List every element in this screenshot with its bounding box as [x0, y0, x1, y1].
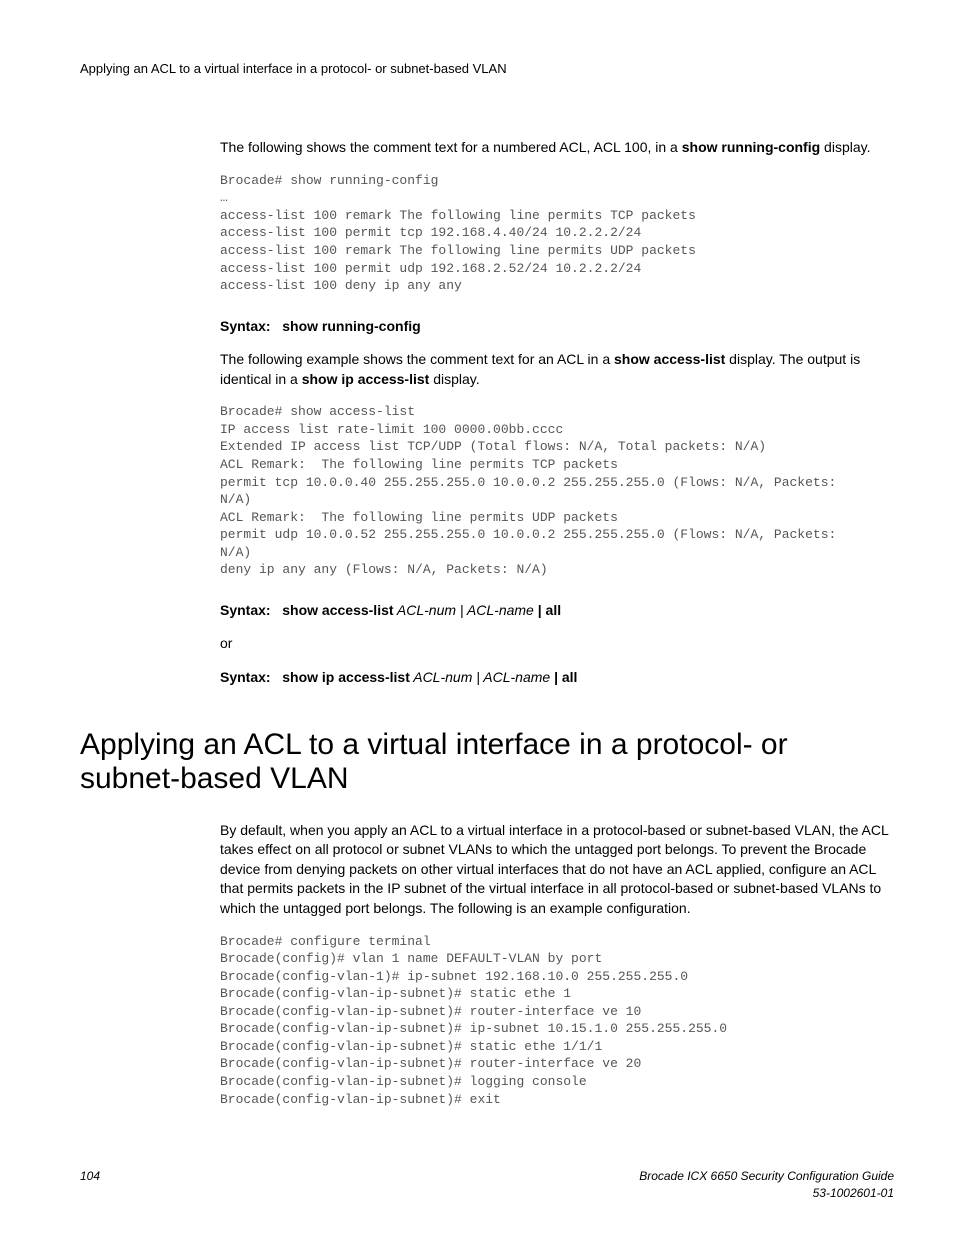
section-content: By default, when you apply an ACL to a v… — [220, 821, 894, 1108]
code-block-3: Brocade# configure terminal Brocade(conf… — [220, 933, 894, 1108]
syntax-argument: ACL-num | ACL-name — [394, 602, 538, 618]
command-name: show access-list — [614, 351, 725, 367]
syntax-command: show access-list — [282, 602, 393, 618]
intro-paragraph-1: The following shows the comment text for… — [220, 138, 894, 158]
page-number: 104 — [80, 1168, 100, 1202]
syntax-label: Syntax: — [220, 602, 271, 618]
doc-title: Brocade ICX 6650 Security Configuration … — [639, 1168, 894, 1185]
syntax-command: show running-config — [282, 318, 420, 334]
text: The following example shows the comment … — [220, 351, 614, 367]
syntax-command: show ip access-list — [282, 669, 410, 685]
text: display. — [820, 139, 870, 155]
intro-paragraph-2: The following example shows the comment … — [220, 350, 894, 389]
syntax-line-3: Syntax: show ip access-list ACL-num | AC… — [220, 668, 894, 688]
text: The following shows the comment text for… — [220, 139, 682, 155]
command-name: show ip access-list — [302, 371, 430, 387]
syntax-label: Syntax: — [220, 669, 271, 685]
text: display. — [429, 371, 479, 387]
page-header: Applying an ACL to a virtual interface i… — [80, 60, 894, 78]
main-content: The following shows the comment text for… — [220, 138, 894, 687]
section-heading: Applying an ACL to a virtual interface i… — [80, 728, 894, 797]
syntax-line-2: Syntax: show access-list ACL-num | ACL-n… — [220, 601, 894, 621]
syntax-label: Syntax: — [220, 318, 271, 334]
syntax-all: | all — [538, 602, 561, 618]
code-block-1: Brocade# show running-config … access-li… — [220, 172, 894, 295]
syntax-argument: ACL-num | ACL-name — [410, 669, 554, 685]
syntax-all: | all — [554, 669, 577, 685]
syntax-line-1: Syntax: show running-config — [220, 317, 894, 337]
body-paragraph: By default, when you apply an ACL to a v… — [220, 821, 894, 919]
doc-id: 53-1002601-01 — [639, 1185, 894, 1202]
code-block-2: Brocade# show access-list IP access list… — [220, 403, 894, 578]
doc-info: Brocade ICX 6650 Security Configuration … — [639, 1168, 894, 1202]
command-name: show running-config — [682, 139, 820, 155]
or-text: or — [220, 634, 894, 654]
page-footer: 104 Brocade ICX 6650 Security Configurat… — [80, 1168, 894, 1202]
